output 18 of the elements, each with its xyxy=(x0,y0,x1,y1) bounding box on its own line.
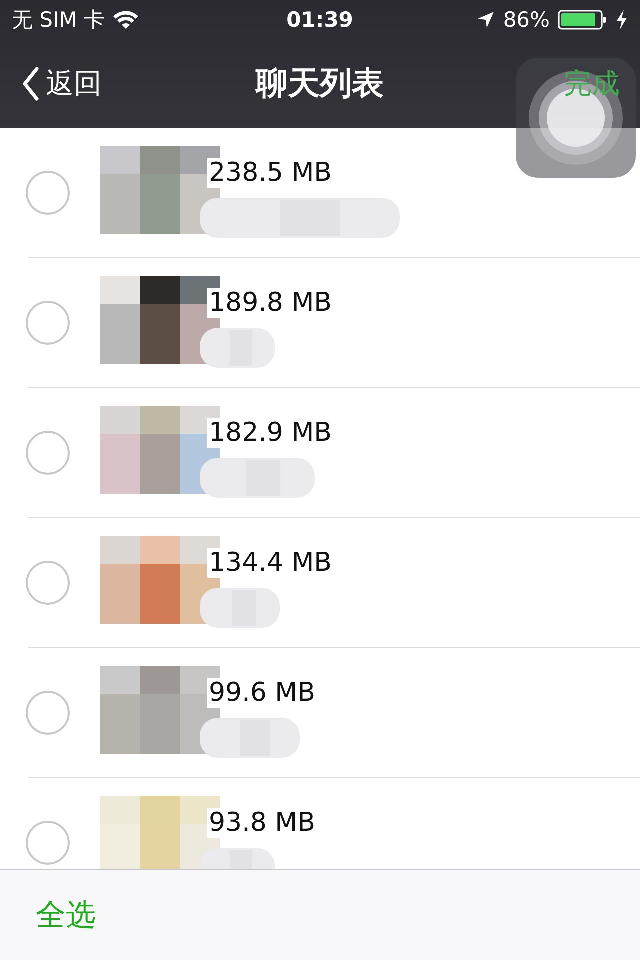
clock-time: 01:39 xyxy=(286,8,354,32)
back-button[interactable]: 返回 xyxy=(22,65,102,103)
battery-percent: 86% xyxy=(503,8,550,32)
charging-bolt-icon xyxy=(616,10,628,30)
location-arrow-icon xyxy=(477,11,496,29)
select-radio[interactable] xyxy=(26,561,70,605)
select-all-button[interactable]: 全选 xyxy=(36,894,96,936)
nav-title: 聊天列表 xyxy=(256,63,384,104)
select-radio[interactable] xyxy=(26,691,70,735)
carrier-label: 无 SIM 卡 xyxy=(12,7,105,34)
assistive-touch-button[interactable] xyxy=(516,58,636,178)
battery-icon xyxy=(558,9,608,31)
chevron-left-icon xyxy=(22,67,40,101)
wifi-icon xyxy=(113,10,139,30)
select-radio[interactable] xyxy=(26,431,70,475)
select-radio[interactable] xyxy=(26,821,70,865)
select-radio[interactable] xyxy=(26,171,70,215)
select-radio[interactable] xyxy=(26,301,70,345)
